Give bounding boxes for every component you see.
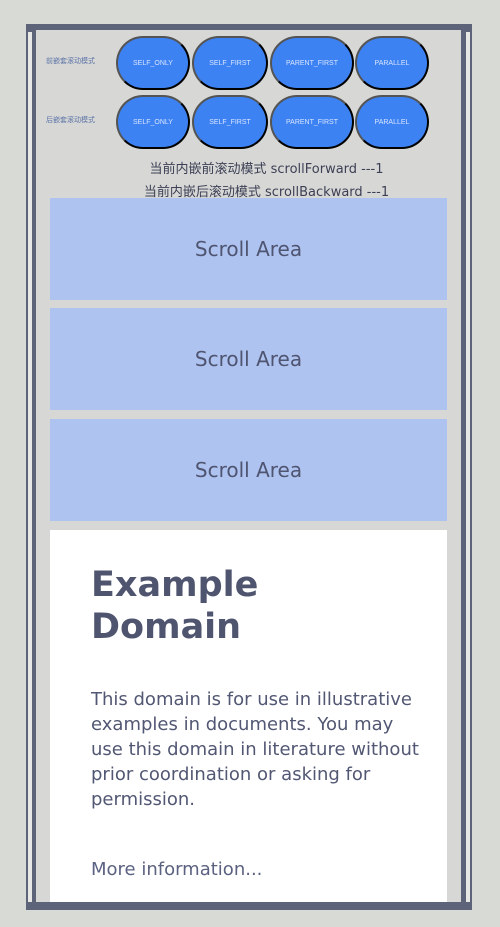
- scroll-area-1[interactable]: Scroll Area: [50, 198, 447, 300]
- web-content[interactable]: Example Domain This domain is for use in…: [50, 530, 447, 902]
- backward-parent-first-button[interactable]: PARENT_FIRST: [270, 95, 354, 149]
- backward-self-only-button[interactable]: SELF_ONLY: [116, 95, 190, 149]
- backward-mode-row: 后嵌套滚动模式 SELF_ONLY SELF_FIRST PARENT_FIRS…: [36, 95, 461, 149]
- device-frame: 前嵌套滚动模式 SELF_ONLY SELF_FIRST PARENT_FIRS…: [26, 24, 472, 910]
- forward-parent-first-button[interactable]: PARENT_FIRST: [270, 36, 354, 90]
- app-viewport: 前嵌套滚动模式 SELF_ONLY SELF_FIRST PARENT_FIRS…: [36, 30, 461, 902]
- nested-scroll-controls: 前嵌套滚动模式 SELF_ONLY SELF_FIRST PARENT_FIRS…: [36, 30, 461, 200]
- forward-self-only-button[interactable]: SELF_ONLY: [116, 36, 190, 90]
- scroll-area-3[interactable]: Scroll Area: [50, 419, 447, 521]
- right-rail: [466, 32, 470, 902]
- forward-mode-label: 前嵌套滚动模式: [46, 57, 95, 65]
- more-information-link[interactable]: More information...: [91, 858, 262, 882]
- backward-mode-label: 后嵌套滚动模式: [46, 116, 95, 124]
- forward-mode-row: 前嵌套滚动模式 SELF_ONLY SELF_FIRST PARENT_FIRS…: [36, 36, 461, 90]
- left-rail: [28, 32, 32, 902]
- scroll-area-2[interactable]: Scroll Area: [50, 308, 447, 410]
- web-page-title: Example Domain: [91, 565, 259, 647]
- forward-self-first-button[interactable]: SELF_FIRST: [192, 36, 268, 90]
- forward-parallel-button[interactable]: PARALLEL: [355, 36, 429, 90]
- backward-self-first-button[interactable]: SELF_FIRST: [192, 95, 268, 149]
- backward-parallel-button[interactable]: PARALLEL: [355, 95, 429, 149]
- web-page-description: This domain is for use in illustrative e…: [91, 689, 419, 810]
- forward-status-text: 当前内嵌前滚动模式 scrollForward ---1: [149, 162, 384, 177]
